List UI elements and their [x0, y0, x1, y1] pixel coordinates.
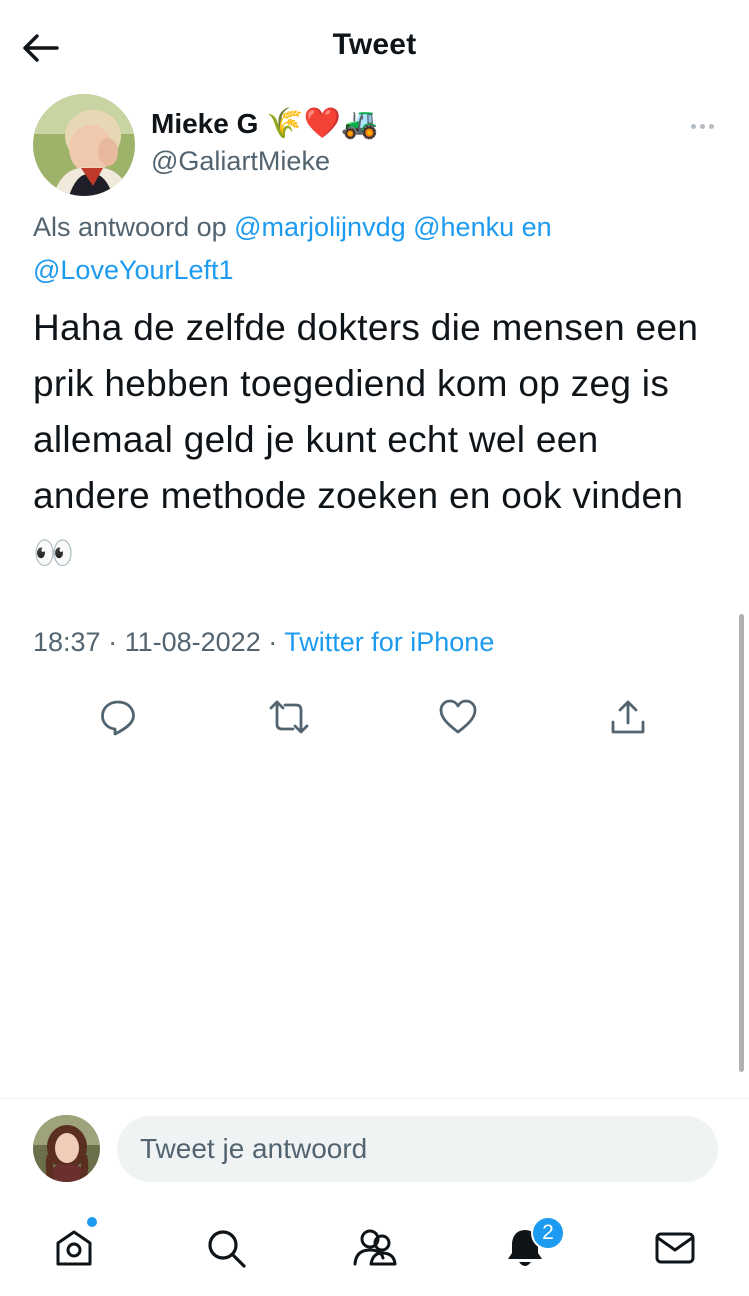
tweet-time: 18:37 — [33, 627, 101, 657]
page-title: Tweet — [332, 28, 417, 61]
my-avatar[interactable] — [33, 1115, 100, 1182]
tweet-source[interactable]: Twitter for iPhone — [284, 627, 494, 657]
reply-context: Als antwoord op @marjolijnvdg @henku en … — [33, 206, 723, 292]
composer-divider — [0, 1098, 749, 1099]
tweet-text: Haha de zelfde dokters die mensen een pr… — [33, 300, 723, 581]
search-icon — [208, 1230, 246, 1268]
scrollbar[interactable] — [739, 614, 744, 1072]
meta-separator: · — [108, 627, 118, 657]
messages-icon — [655, 1232, 695, 1264]
share-button[interactable] — [606, 695, 650, 739]
author-avatar[interactable] — [33, 94, 135, 196]
reply-prefix: Als antwoord op — [33, 212, 227, 242]
mention-henku[interactable]: @henku — [413, 212, 514, 242]
author-name-row: Mieke G 🌾❤️🚜 — [151, 108, 378, 140]
retweet-icon — [269, 700, 309, 734]
reply-button[interactable] — [96, 695, 140, 739]
more-dot — [699, 123, 705, 129]
retweet-button[interactable] — [267, 695, 311, 739]
like-button[interactable] — [436, 695, 480, 739]
reply-icon — [101, 700, 135, 736]
mention-marjolijnvdg[interactable]: @marjolijnvdg — [234, 212, 405, 242]
author-handle[interactable]: @GaliartMieke — [151, 146, 330, 177]
share-icon — [611, 700, 645, 734]
more-dot — [690, 123, 696, 129]
mention-loveyourleft1[interactable]: @LoveYourLeft1 — [33, 255, 234, 285]
tab-communities[interactable] — [349, 1222, 401, 1274]
author-emojis: 🌾❤️🚜 — [266, 107, 379, 140]
home-icon — [56, 1230, 92, 1266]
home-new-indicator — [87, 1217, 97, 1227]
communities-icon — [353, 1229, 397, 1266]
tweet-date: 11-08-2022 — [124, 627, 261, 657]
tab-search[interactable] — [200, 1222, 252, 1274]
tweet-body: Haha de zelfde dokters die mensen een pr… — [33, 307, 699, 516]
more-dot — [708, 123, 714, 129]
mention-others-conjunction[interactable]: en — [522, 212, 552, 242]
tab-messages[interactable] — [649, 1222, 701, 1274]
notifications-badge: 2 — [531, 1216, 565, 1250]
meta-separator: · — [268, 627, 278, 657]
reply-input[interactable] — [117, 1116, 718, 1182]
more-options-button[interactable] — [682, 112, 722, 140]
my-avatar-image — [33, 1115, 100, 1182]
author-name[interactable]: Mieke G — [151, 108, 258, 140]
tab-home[interactable] — [48, 1222, 100, 1274]
avatar-image — [33, 94, 135, 196]
tweet-meta: 18:37 · 11-08-2022 · Twitter for iPhone — [33, 627, 494, 658]
eyes-emoji: 👀 — [33, 534, 75, 571]
like-icon — [439, 699, 477, 734]
